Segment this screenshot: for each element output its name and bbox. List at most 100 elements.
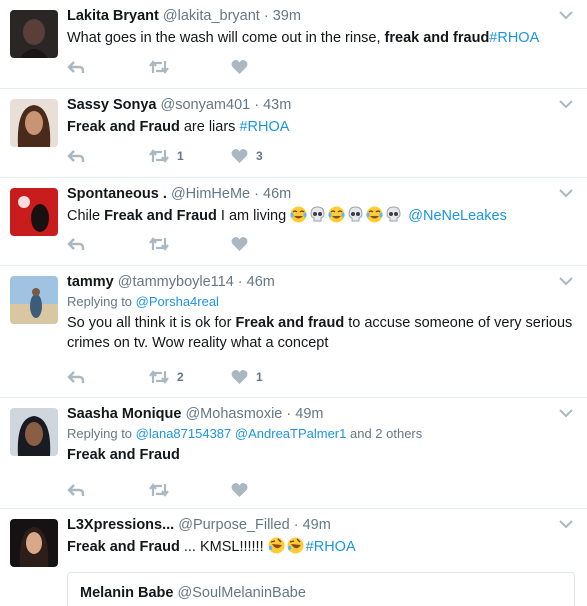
mention-link[interactable]: @AndreaTPalmer1 [235, 426, 346, 441]
avatar[interactable] [10, 519, 58, 567]
chevron-down-icon[interactable] [559, 519, 573, 529]
chevron-down-icon[interactable] [559, 276, 573, 286]
tweet[interactable]: Saasha Monique @Mohasmoxie · 49m Replyin… [0, 398, 587, 509]
separator: · [250, 97, 264, 113]
chevron-down-icon[interactable] [559, 408, 573, 418]
tweet-actions: 1 3 [67, 146, 313, 166]
hashtag-link[interactable]: #RHOA [239, 119, 289, 135]
user-handle[interactable]: @tammyboyle114 [118, 274, 234, 290]
like-button[interactable]: 1 [231, 369, 313, 385]
tears-of-joy-emoji [290, 206, 307, 223]
skull-emoji [310, 206, 325, 222]
display-name[interactable]: L3Xpressions... [67, 517, 174, 533]
reply-icon [67, 238, 85, 250]
skull-emoji [386, 206, 401, 222]
tweet-text: What goes in the wash will come out in t… [67, 28, 575, 48]
tweet[interactable]: tammy @tammyboyle114 · 46m Replying to @… [0, 266, 587, 398]
like-button[interactable]: 3 [231, 148, 313, 164]
replying-label: Replying to [67, 426, 136, 441]
tweet-text: Chile Freak and Fraud I am living @NeNeL… [67, 206, 575, 226]
tweet-actions [67, 57, 313, 77]
tweet[interactable]: L3Xpressions... @Purpose_Filled · 49m Fr… [0, 509, 587, 606]
hashtag-link[interactable]: #RHOA [306, 539, 356, 555]
like-button[interactable] [231, 236, 313, 252]
timestamp[interactable]: 49m [295, 406, 323, 422]
user-handle[interactable]: @HimHeMe [171, 186, 250, 202]
tweet[interactable]: Lakita Bryant @lakita_bryant · 39m What … [0, 0, 587, 89]
tweet-text: Freak and Fraud are liars #RHOA [67, 117, 575, 137]
like-count: 1 [256, 370, 263, 384]
heart-icon [231, 370, 248, 384]
replying-label: Replying to [67, 294, 136, 309]
search-highlight: freak and fraud [384, 30, 490, 46]
avatar[interactable] [10, 10, 58, 58]
tweet-actions [67, 234, 313, 254]
retweet-icon [149, 483, 169, 497]
tweet[interactable]: Sassy Sonya @sonyam401 · 43m Freak and F… [0, 89, 587, 178]
skull-emoji [348, 206, 363, 222]
retweet-button[interactable]: 1 [149, 148, 231, 164]
like-button[interactable] [231, 482, 313, 498]
user-handle[interactable]: @sonyam401 [161, 97, 251, 113]
timestamp[interactable]: 46m [263, 186, 291, 202]
user-handle[interactable]: @Mohasmoxie [185, 406, 282, 422]
avatar[interactable] [10, 188, 58, 236]
timestamp[interactable]: 46m [247, 274, 275, 290]
separator: · [233, 274, 247, 290]
reply-button[interactable] [67, 236, 149, 252]
retweet-button[interactable]: 2 [149, 369, 231, 385]
mention-link[interactable]: @lana87154387 [136, 426, 232, 441]
hashtag-link[interactable]: #RHOA [489, 30, 539, 46]
mention-link[interactable]: @NeNeLeakes [408, 208, 507, 224]
retweet-button[interactable] [149, 236, 231, 252]
display-name[interactable]: Lakita Bryant [67, 8, 159, 24]
display-name[interactable]: Saasha Monique [67, 406, 181, 422]
chevron-down-icon[interactable] [559, 10, 573, 20]
retweet-button[interactable] [149, 59, 231, 75]
mention-link[interactable]: @Porsha4real [136, 294, 219, 309]
timestamp[interactable]: 43m [263, 97, 291, 113]
chevron-down-icon[interactable] [559, 188, 573, 198]
reply-button[interactable] [67, 148, 149, 164]
reply-icon [67, 150, 85, 162]
search-highlight: Freak and fraud [235, 315, 345, 331]
avatar[interactable] [10, 276, 58, 324]
user-handle[interactable]: @lakita_bryant [163, 8, 260, 24]
tweet-header: Spontaneous . @HimHeMe · 46m [67, 185, 575, 204]
display-name[interactable]: Spontaneous . [67, 186, 167, 202]
rolling-laughing-emoji [287, 537, 304, 554]
tweet-text-segment: What goes in the wash will come out in t… [67, 30, 385, 46]
retweet-button[interactable] [149, 482, 231, 498]
heart-icon [231, 149, 248, 163]
tweet-header: L3Xpressions... @Purpose_Filled · 49m [67, 516, 575, 535]
reply-button[interactable] [67, 369, 149, 385]
avatar[interactable] [10, 408, 58, 456]
tweet[interactable]: Spontaneous . @HimHeMe · 46m Chile Freak… [0, 178, 587, 266]
quoted-tweet[interactable]: Melanin Babe @SoulMelaninBabe [67, 572, 575, 606]
reply-button[interactable] [67, 59, 149, 75]
replying-to: Replying to @lana87154387 @AndreaTPalmer… [67, 425, 575, 443]
replying-others-link[interactable]: and 2 others [346, 426, 422, 441]
timestamp[interactable]: 39m [273, 8, 301, 24]
display-name[interactable]: tammy [67, 274, 114, 290]
heart-icon [231, 483, 248, 497]
chevron-down-icon[interactable] [559, 99, 573, 109]
like-button[interactable] [231, 59, 313, 75]
reply-icon [67, 61, 85, 73]
user-handle[interactable]: @Purpose_Filled [178, 517, 289, 533]
retweet-icon [149, 237, 169, 251]
search-highlight: Freak and Fraud [67, 539, 180, 555]
display-name[interactable]: Sassy Sonya [67, 97, 156, 113]
search-highlight: Freak and Fraud [104, 208, 217, 224]
tweet-text-segment: So you all think it is ok for [67, 315, 236, 331]
reply-icon [67, 371, 85, 383]
search-highlight: Freak and Fraud [67, 447, 180, 463]
reply-icon [67, 484, 85, 496]
rolling-laughing-emoji [268, 537, 285, 554]
tweet-text-segment: ... KMSL!!!!!! [179, 539, 268, 555]
avatar[interactable] [10, 99, 58, 147]
tweet-text-segment: I am living [216, 208, 291, 224]
retweet-icon [149, 149, 169, 163]
reply-button[interactable] [67, 482, 149, 498]
timestamp[interactable]: 49m [303, 517, 331, 533]
